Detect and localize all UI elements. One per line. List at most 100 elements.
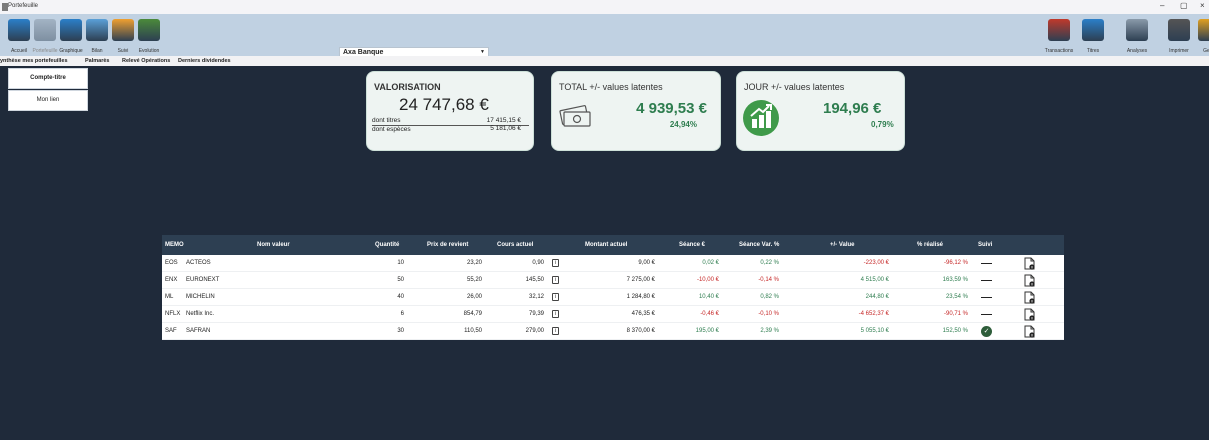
- bank-select-value: Axa Banque: [343, 49, 384, 56]
- menu-releve-operations[interactable]: Relevé Opérations: [122, 58, 170, 64]
- cell-seance: -10,00 €: [696, 277, 719, 283]
- cell-cours: 79,39: [528, 311, 544, 317]
- cell-montant: 8 370,00 €: [626, 328, 655, 334]
- toolbar-label: Titres: [1086, 48, 1100, 54]
- cell-nom: ACTEOS: [186, 260, 211, 266]
- close-button[interactable]: ×: [1200, 1, 1205, 10]
- col-quantite[interactable]: Quantité: [375, 242, 399, 248]
- dash-icon[interactable]: [981, 263, 992, 264]
- cell-var: 0,22 %: [760, 260, 779, 266]
- col-plus-value[interactable]: +/- Value: [830, 242, 855, 248]
- manage-icon: [1198, 19, 1209, 41]
- chart-icon: [60, 19, 82, 41]
- info-icon[interactable]: i: [552, 259, 559, 267]
- cell-seance: 195,00 €: [695, 328, 719, 334]
- document-info-icon[interactable]: [1024, 308, 1036, 321]
- valorisation-value: 24 747,68 €: [399, 95, 489, 114]
- toolbar-button-titles[interactable]: Titres: [1080, 16, 1106, 54]
- table-header: MEMO Nom valeur Quantité Prix de revient…: [162, 235, 1064, 255]
- col-seance-var[interactable]: Séance Var. %: [739, 242, 779, 248]
- check-icon[interactable]: ✓: [981, 326, 992, 337]
- toolbar-button-evolution[interactable]: Evolution: [136, 16, 162, 54]
- toolbar-label: Gesti: [1203, 48, 1209, 54]
- toolbar-button-transactions[interactable]: Transactions: [1045, 16, 1073, 54]
- cell-var: -0,10 %: [758, 311, 779, 317]
- table-row[interactable]: EOS ACTEOS 10 23,20 0,90 9,00 € 0,02 € 0,22 % -2…: [162, 255, 1064, 272]
- window-titlebar: Portefeuille – ▢ ×: [0, 0, 1209, 14]
- total-latent-card: TOTAL +/- values latentes 4 939,53 € 24,…: [551, 71, 721, 151]
- cell-montant: 476,35 €: [631, 311, 655, 317]
- dash-icon[interactable]: [981, 280, 992, 281]
- cell-memo: EOS: [165, 260, 178, 266]
- cell-pv: 244,80 €: [865, 294, 889, 300]
- info-icon[interactable]: i: [552, 327, 559, 335]
- minimize-button[interactable]: –: [1160, 1, 1164, 10]
- valorisation-title: VALORISATION: [374, 82, 441, 92]
- cell-cours: 279,00: [525, 328, 544, 334]
- document-info-icon[interactable]: [1024, 291, 1036, 304]
- info-icon[interactable]: i: [552, 310, 559, 318]
- col-cours-actuel[interactable]: Cours actuel: [497, 242, 533, 248]
- nav-mon-lien[interactable]: Mon lien: [8, 90, 88, 111]
- cell-real: -96,12 %: [943, 260, 968, 266]
- holdings-table: MEMO Nom valeur Quantité Prix de revient…: [162, 235, 1064, 340]
- col-pct-realise[interactable]: % réalisé: [917, 242, 943, 248]
- cell-cours: 32,12: [528, 294, 544, 300]
- toolbar-button-analysis[interactable]: Analyses: [1124, 16, 1150, 54]
- cell-qte: 10: [397, 260, 404, 266]
- titles-icon: [1082, 19, 1104, 41]
- cell-montant: 7 275,00 €: [626, 277, 655, 283]
- toolbar-button-manage[interactable]: Gesti: [1196, 16, 1209, 54]
- toolbar-button-print[interactable]: Imprimer: [1166, 16, 1192, 54]
- cell-pv: -4 652,37 €: [858, 311, 889, 317]
- chevron-down-icon: ▼: [480, 49, 485, 55]
- toolbar-label: Evolution: [138, 48, 160, 54]
- cell-real: 163,59 %: [942, 277, 968, 283]
- table-row[interactable]: ENX EURONEXT 50 55,20 145,50 7 275,00 € -10,00…: [162, 272, 1064, 289]
- nav-compte-titre[interactable]: Compte-titre: [8, 68, 88, 89]
- col-seance-eur[interactable]: Séance €: [679, 242, 705, 248]
- toolbar-label: Transactions: [1044, 48, 1074, 54]
- dash-icon[interactable]: [981, 297, 992, 298]
- document-info-icon[interactable]: [1024, 274, 1036, 287]
- menu-synthese[interactable]: ynthèse mes portefeuilles: [0, 58, 68, 64]
- titres-value: 17 415,15 €: [486, 117, 521, 124]
- total-value: 4 939,53 €: [636, 100, 707, 117]
- document-info-icon[interactable]: [1024, 325, 1036, 338]
- col-suivi[interactable]: Suivi: [978, 242, 992, 248]
- wallet-icon: [34, 19, 56, 41]
- evolution-icon: [138, 19, 160, 41]
- info-icon[interactable]: i: [552, 276, 559, 284]
- col-prix-revient[interactable]: Prix de revient: [427, 242, 468, 248]
- cell-pv: 4 515,00 €: [860, 277, 889, 283]
- cell-memo: NFLX: [165, 311, 181, 317]
- cell-memo: ML: [165, 294, 174, 300]
- cell-real: 152,50 %: [942, 328, 968, 334]
- cell-cours: 145,50: [525, 277, 544, 283]
- table-row[interactable]: SAF SAFRAN 30 110,50 279,00 8 370,00 € 195,00 …: [162, 323, 1064, 340]
- cell-seance: -0,46 €: [700, 311, 719, 317]
- cell-prix: 55,20: [466, 277, 482, 283]
- menu-palmares[interactable]: Palmarès: [85, 58, 109, 64]
- growth-chart-icon: [743, 100, 779, 136]
- table-row[interactable]: ML MICHELIN 40 26,00 32,12 1 284,80 € 10,40 € 0…: [162, 289, 1064, 306]
- maximize-button[interactable]: ▢: [1180, 1, 1188, 10]
- cell-cours: 0,90: [532, 260, 544, 266]
- cell-prix: 23,20: [466, 260, 482, 266]
- dash-icon[interactable]: [981, 314, 992, 315]
- col-nom-valeur[interactable]: Nom valeur: [257, 242, 290, 248]
- folder-icon: [112, 19, 134, 41]
- jour-latent-card: JOUR +/- values latentes 194,96 € 0,79%: [736, 71, 905, 151]
- cell-pv: -223,00 €: [863, 260, 889, 266]
- menu-derniers-dividendes[interactable]: Derniers dividendes: [178, 58, 231, 64]
- home-icon: [8, 19, 30, 41]
- cell-nom: Netflix Inc.: [186, 311, 215, 317]
- especes-value: 5 181,06 €: [490, 125, 521, 132]
- money-icon: [559, 105, 591, 127]
- cell-seance: 10,40 €: [698, 294, 719, 300]
- col-montant-actuel[interactable]: Montant actuel: [585, 242, 627, 248]
- info-icon[interactable]: i: [552, 293, 559, 301]
- document-info-icon[interactable]: [1024, 257, 1036, 270]
- table-row[interactable]: NFLX Netflix Inc. 6 854,79 79,39 476,35 € -0,4…: [162, 306, 1064, 323]
- col-memo[interactable]: MEMO: [165, 242, 184, 248]
